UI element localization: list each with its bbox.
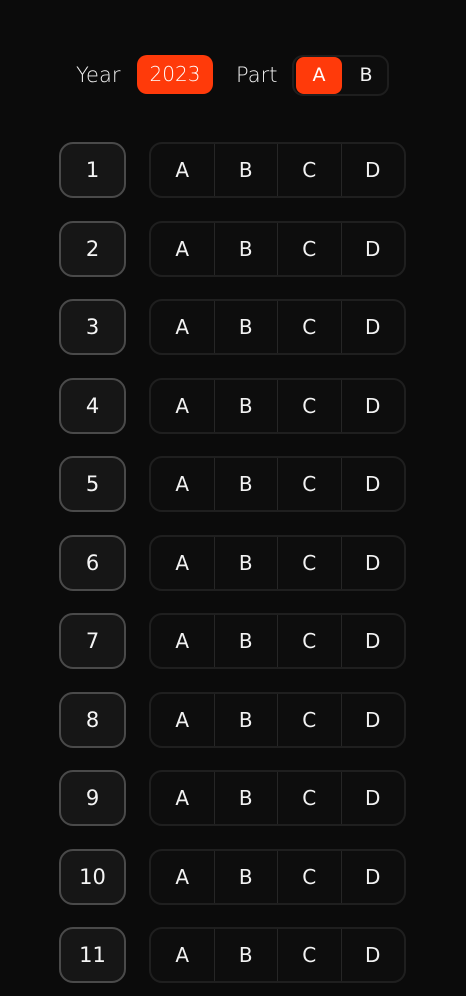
answer-option-b[interactable]: B (215, 223, 278, 275)
answer-options: ABCD (149, 299, 406, 355)
answer-option-d[interactable]: D (342, 223, 405, 275)
filter-header: Year 2023 Part A B (0, 55, 466, 96)
question-row: 11 A B C D (0, 927, 466, 983)
answer-option-b[interactable]: B (215, 851, 278, 903)
answer-option-d[interactable]: D (342, 694, 405, 746)
answer-option-d[interactable]: D (342, 380, 405, 432)
answer-options: ABCD (149, 535, 406, 591)
question-number-button[interactable]: 1 (59, 142, 126, 198)
answer-option-a[interactable]: A (151, 537, 215, 589)
answer-option-b[interactable]: B (215, 458, 278, 510)
answer-sheet-page: Year 2023 Part A B 1ABCD2ABCD3ABCD4ABCD5… (0, 0, 466, 996)
answer-options: ABCD (149, 142, 406, 198)
answer-option-b[interactable]: B (215, 144, 278, 196)
answer-options: ABCD (149, 849, 406, 905)
question-row: 6ABCD (0, 535, 466, 591)
answer-option-a[interactable]: A (151, 380, 215, 432)
answer-options: ABCD (149, 692, 406, 748)
question-number-button[interactable]: 8 (59, 692, 126, 748)
answer-option-b[interactable]: B (215, 301, 278, 353)
answer-option-c[interactable]: C (278, 301, 342, 353)
answer-option-c[interactable]: C (278, 537, 342, 589)
question-row: 8ABCD (0, 692, 466, 748)
question-number-button[interactable]: 7 (59, 613, 126, 669)
answer-options: ABCD (149, 927, 406, 983)
question-row: 7ABCD (0, 613, 466, 669)
answer-option-b[interactable]: B (215, 694, 278, 746)
answer-option-c[interactable]: C (278, 929, 342, 981)
answer-option-a[interactable]: A (151, 301, 215, 353)
question-row: 9ABCD (0, 770, 466, 826)
answer-option-a[interactable]: A (151, 772, 215, 824)
answer-option-d[interactable]: D (342, 537, 405, 589)
answer-option-d[interactable]: D (342, 144, 405, 196)
part-option-a[interactable]: A (296, 57, 342, 94)
year-label: Year (76, 63, 121, 87)
answer-options: ABCD (149, 613, 406, 669)
question-row: 5ABCD (0, 456, 466, 512)
answer-option-c[interactable]: C (278, 380, 342, 432)
answer-option-a[interactable]: A (151, 851, 215, 903)
part-label: Part (236, 63, 278, 87)
answer-options: ABCD (149, 770, 406, 826)
answer-option-c[interactable]: C (278, 144, 342, 196)
answer-option-c[interactable]: C (278, 772, 342, 824)
question-number-button[interactable]: 5 (59, 456, 126, 512)
answer-options: ABCD (149, 378, 406, 434)
answer-options: ABCD (149, 456, 406, 512)
question-row: 10 A B C D (0, 849, 466, 905)
question-row: 3ABCD (0, 299, 466, 355)
question-number-button[interactable]: 4 (59, 378, 126, 434)
question-number-button[interactable]: 6 (59, 535, 126, 591)
answer-option-c[interactable]: C (278, 223, 342, 275)
year-selector[interactable]: 2023 (137, 55, 213, 94)
answer-option-b[interactable]: B (215, 772, 278, 824)
answer-option-d[interactable]: D (342, 301, 405, 353)
answer-option-b[interactable]: B (215, 380, 278, 432)
answer-option-b[interactable]: B (215, 537, 278, 589)
answer-option-b[interactable]: B (215, 929, 278, 981)
answer-option-a[interactable]: A (151, 929, 215, 981)
answer-option-c[interactable]: C (278, 458, 342, 510)
answer-option-a[interactable]: A (151, 458, 215, 510)
question-number-button[interactable]: 10 (59, 849, 126, 905)
answer-option-a[interactable]: A (151, 144, 215, 196)
answer-option-d[interactable]: D (342, 615, 405, 667)
answer-option-c[interactable]: C (278, 694, 342, 746)
answer-option-a[interactable]: A (151, 694, 215, 746)
question-row: 1ABCD (0, 142, 466, 198)
answer-option-c[interactable]: C (278, 615, 342, 667)
part-toggle: A B (292, 55, 389, 96)
answer-option-a[interactable]: A (151, 615, 215, 667)
answer-option-d[interactable]: D (342, 929, 405, 981)
answer-option-d[interactable]: D (342, 772, 405, 824)
question-number-button[interactable]: 2 (59, 221, 126, 277)
answer-option-c[interactable]: C (278, 851, 342, 903)
question-number-button[interactable]: 9 (59, 770, 126, 826)
question-number-button[interactable]: 3 (59, 299, 126, 355)
part-option-b[interactable]: B (343, 57, 387, 94)
answer-option-d[interactable]: D (342, 458, 405, 510)
answer-option-d[interactable]: D (342, 851, 405, 903)
question-row: 2ABCD (0, 221, 466, 277)
answer-options: ABCD (149, 221, 406, 277)
question-number-button[interactable]: 11 (59, 927, 126, 983)
question-row: 4ABCD (0, 378, 466, 434)
answer-option-b[interactable]: B (215, 615, 278, 667)
answer-option-a[interactable]: A (151, 223, 215, 275)
